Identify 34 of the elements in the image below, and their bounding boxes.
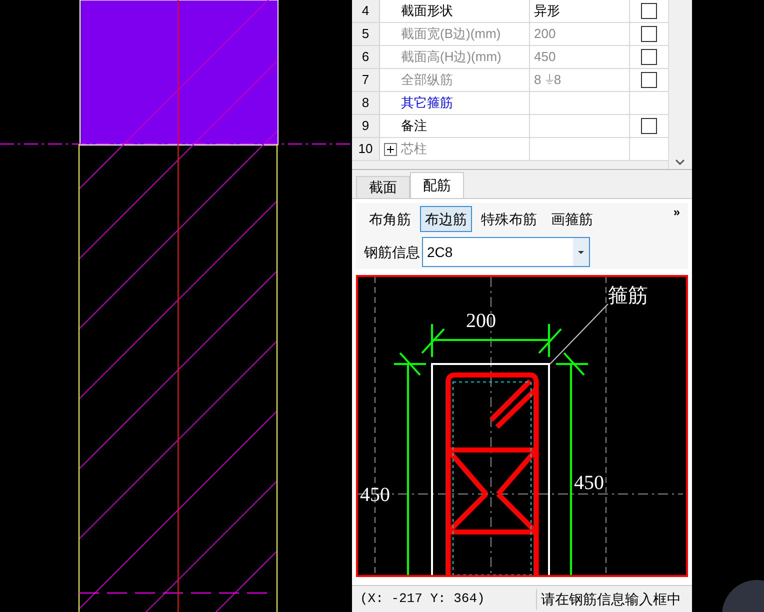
toolbar-button[interactable]: 特殊布筋 [476, 206, 542, 232]
row-number: 7 [362, 71, 370, 90]
property-name: 截面形状 [401, 2, 453, 20]
property-name: 截面宽(B边)(mm) [401, 25, 501, 44]
checkbox[interactable] [641, 118, 657, 134]
row-number: 8 [362, 94, 370, 112]
tab[interactable]: 配筋 [410, 172, 464, 198]
checkbox[interactable] [641, 3, 657, 19]
status-message: 请在钢筋信息输入框中 [536, 588, 681, 610]
more-button[interactable]: » [673, 203, 680, 221]
property-name: 备注 [401, 117, 427, 136]
dropdown-caret-icon[interactable] [573, 238, 589, 266]
property-name: 其它箍筋 [401, 94, 453, 112]
chevron-down-icon[interactable] [674, 159, 684, 165]
rebar-info-label: 钢筋信息 [364, 242, 420, 262]
property-name: 全部纵筋 [401, 71, 453, 90]
row-number: 6 [362, 48, 370, 66]
property-name: 截面高(H边)(mm) [401, 48, 502, 66]
row-number: 5 [362, 25, 370, 44]
row-number: 9 [362, 117, 370, 136]
height-dimension-label: 450 [574, 472, 604, 494]
property-name: 芯柱 [401, 140, 427, 158]
toolbar-button[interactable]: 布边筋 [420, 206, 472, 232]
tab[interactable]: 截面 [356, 176, 410, 198]
rebar-info-combo[interactable]: 2C8 [422, 237, 590, 267]
coordinates-readout: (X: -217 Y: 364) [359, 590, 486, 608]
height-dimension-label: 450 [360, 484, 390, 506]
toolbar-button[interactable]: 布角筋 [364, 206, 416, 232]
toolbar-button[interactable]: 画箍筋 [546, 206, 598, 232]
row-number: 10 [358, 140, 373, 158]
width-dimension-label: 200 [466, 310, 496, 332]
leader-label: 箍筋 [608, 285, 648, 307]
property-value[interactable]: 异形 [534, 1, 560, 21]
row-number: 4 [362, 2, 370, 20]
